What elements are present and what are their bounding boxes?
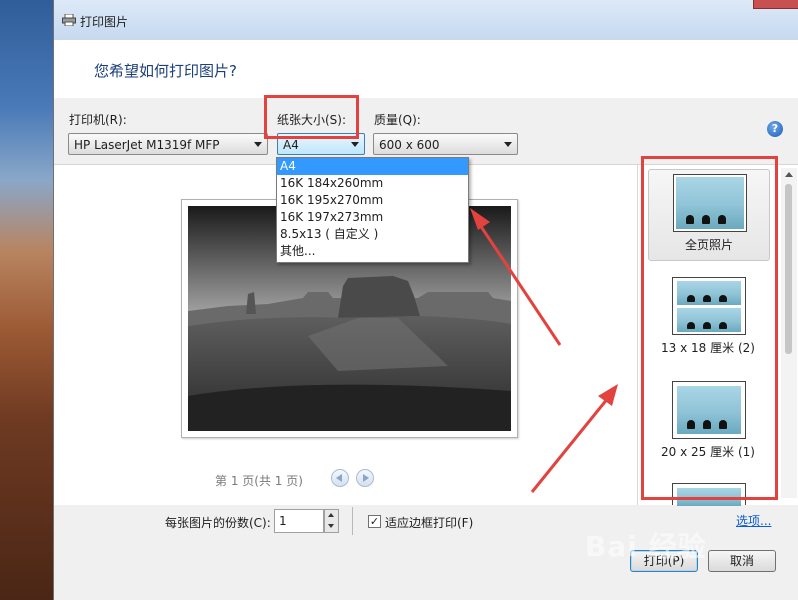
arrowhead-icon bbox=[598, 384, 618, 406]
annotation-arrow-icon bbox=[476, 221, 562, 346]
arrowhead-icon bbox=[470, 208, 490, 230]
watermark: Bai 经验 bbox=[585, 530, 707, 563]
annotation-arrow-icon bbox=[530, 397, 610, 493]
annotation-arrows bbox=[470, 208, 618, 493]
